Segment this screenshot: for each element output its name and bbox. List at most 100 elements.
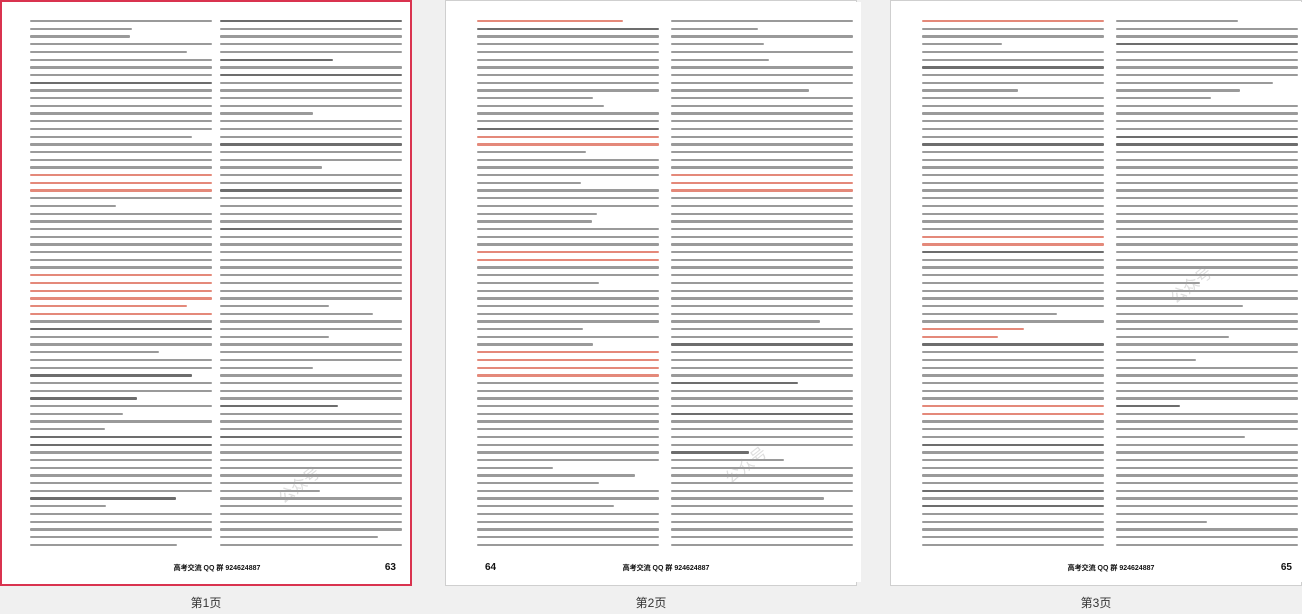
text-line — [922, 189, 1104, 192]
text-line — [1116, 243, 1298, 246]
text-line — [30, 397, 138, 400]
text-line — [220, 428, 402, 431]
text-line — [1116, 528, 1298, 531]
text-line — [30, 343, 212, 346]
text-line — [30, 312, 212, 315]
text-line — [220, 43, 402, 46]
text-line — [30, 412, 123, 416]
text-line — [30, 20, 212, 23]
page-thumbnail-2[interactable]: 公众号 64 高考交流 QQ 群 924624887 第2页 — [445, 0, 861, 614]
text-line — [30, 97, 212, 100]
text-line — [1116, 104, 1298, 108]
text-line — [671, 312, 853, 315]
text-line — [220, 120, 402, 123]
text-line — [30, 112, 212, 115]
text-line — [30, 451, 212, 454]
text-line — [671, 251, 853, 254]
text-line — [477, 112, 659, 115]
text-column-right — [671, 20, 853, 556]
text-line — [671, 243, 853, 246]
text-line — [922, 212, 1104, 215]
text-line — [220, 435, 402, 439]
text-line — [220, 143, 402, 146]
text-line — [922, 120, 1104, 123]
text-line — [671, 435, 853, 439]
text-line — [671, 328, 853, 331]
text-line — [671, 374, 853, 377]
text-line — [671, 204, 853, 208]
text-line — [477, 335, 659, 339]
page-footer: 高考交流 QQ 群 924624887 63 — [24, 562, 410, 574]
text-line — [30, 489, 212, 493]
text-line — [1116, 35, 1298, 38]
page-number: 64 — [485, 562, 497, 573]
text-line — [220, 289, 402, 292]
text-line — [477, 127, 659, 131]
text-line — [922, 158, 1104, 161]
text-line — [671, 535, 853, 539]
text-line — [1116, 158, 1298, 161]
text-line — [1116, 497, 1298, 500]
text-line — [220, 312, 373, 315]
text-line — [30, 89, 212, 92]
text-line — [477, 212, 598, 215]
text-line — [1116, 143, 1298, 146]
text-line — [477, 204, 659, 208]
text-line — [30, 420, 212, 423]
page-thumbnail-3[interactable]: 公众号 高考交流 QQ 群 924624887 65 第3页 — [890, 0, 1302, 614]
text-line — [922, 143, 1104, 146]
text-line — [922, 366, 1104, 369]
text-line — [477, 358, 659, 362]
text-column-right — [1116, 20, 1298, 556]
text-line — [220, 158, 402, 161]
text-line — [1116, 127, 1298, 131]
text-line — [1116, 197, 1298, 200]
text-line — [477, 81, 659, 84]
text-line — [671, 505, 853, 508]
text-line — [671, 35, 853, 38]
text-line — [1116, 204, 1298, 208]
text-line — [922, 27, 1104, 31]
text-line — [922, 466, 1104, 469]
text-line — [671, 104, 853, 108]
text-line — [922, 266, 1104, 269]
text-line — [30, 235, 212, 238]
text-line — [30, 104, 212, 108]
text-line — [30, 266, 212, 269]
text-line — [220, 535, 379, 539]
page-footer: 高考交流 QQ 群 924624887 65 — [916, 562, 1302, 574]
text-line — [30, 535, 212, 539]
text-line — [220, 112, 313, 115]
text-line — [220, 412, 402, 416]
text-line — [671, 405, 853, 408]
text-line — [922, 505, 1104, 508]
text-line — [30, 366, 212, 369]
text-line — [220, 135, 402, 138]
text-line — [671, 73, 853, 77]
text-line — [220, 320, 402, 323]
text-line — [477, 351, 659, 354]
text-line — [477, 397, 659, 400]
text-line — [30, 251, 212, 254]
text-line — [220, 397, 402, 400]
text-line — [30, 320, 212, 323]
text-line — [671, 112, 853, 115]
text-line — [477, 405, 659, 408]
text-line — [922, 181, 1104, 185]
text-line — [922, 535, 1104, 539]
text-line — [922, 104, 1104, 108]
page-thumbnail-1[interactable]: 公众号 高考交流 QQ 群 924624887 63 第1页 — [0, 0, 412, 614]
text-line — [30, 258, 212, 262]
text-line — [922, 258, 1104, 262]
text-line — [220, 104, 402, 108]
text-line — [922, 428, 1104, 431]
text-line — [922, 97, 1104, 100]
text-line — [1116, 458, 1298, 462]
text-line — [477, 451, 659, 454]
text-line — [220, 258, 402, 262]
text-line — [922, 150, 1104, 154]
text-line — [220, 512, 402, 516]
text-line — [671, 135, 853, 138]
text-line — [30, 358, 212, 362]
text-line — [220, 212, 402, 215]
